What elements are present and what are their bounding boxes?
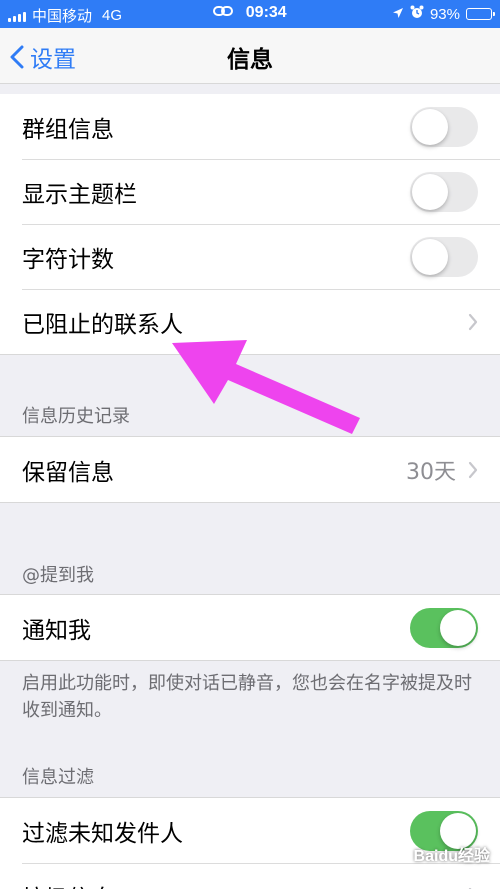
keep-messages-value: 30天 [406, 459, 456, 485]
section-header-filtering: 信息过滤 [22, 767, 94, 788]
watermark: Baidu经验 [413, 848, 490, 865]
settings-group-mentions: 通知我 [0, 594, 500, 661]
cell-character-count: 字符计数 [0, 224, 500, 289]
cell-blocked-contacts[interactable]: 已阻止的联系人 [0, 289, 500, 354]
show-subject-toggle[interactable] [410, 171, 478, 212]
notify-me-toggle[interactable] [410, 607, 478, 648]
cell-label: 显示主题栏 [22, 181, 137, 208]
cell-notify-me: 通知我 [0, 595, 500, 660]
back-button-label: 设置 [30, 47, 76, 73]
cell-label: 已阻止的联系人 [22, 311, 183, 338]
mentions-footer-text: 启用此功能时，即使对话已静音，您也会在名字被提及时收到通知。 [22, 673, 472, 721]
link-icon [213, 4, 237, 21]
back-button[interactable]: 设置 [10, 40, 76, 74]
navigation-bar: 设置 信息 [0, 28, 500, 84]
chevron-right-icon [468, 461, 478, 479]
chevron-right-icon [468, 313, 478, 331]
cell-label: 通知我 [22, 617, 91, 644]
section-header-history: 信息历史记录 [22, 406, 130, 427]
cell-group-messaging: 群组信息 [0, 94, 500, 159]
section-header-mentions: @提到我 [22, 565, 94, 586]
cell-label: 保留信息 [22, 459, 114, 486]
battery-percent: 93% [429, 5, 460, 23]
alarm-icon [410, 5, 424, 23]
group-messaging-toggle[interactable] [410, 106, 478, 147]
cell-label: 字符计数 [22, 246, 114, 273]
cell-keep-messages[interactable]: 保留信息 30天 [0, 437, 500, 502]
cell-label: 过滤未知发件人 [22, 820, 183, 847]
status-time: 09:34 [245, 4, 287, 21]
cell-junk[interactable]: 垃圾信息 [0, 863, 500, 889]
battery-icon [466, 8, 495, 20]
chevron-left-icon [10, 45, 24, 69]
cell-show-subject: 显示主题栏 [0, 159, 500, 224]
settings-group-history: 保留信息 30天 [0, 436, 500, 503]
location-icon [392, 6, 404, 23]
cell-label: 垃圾信息 [22, 879, 468, 889]
cell-label: 群组信息 [22, 116, 114, 143]
settings-group-top: 群组信息 显示主题栏 字符计数 已阻止的联系人 [0, 94, 500, 355]
character-count-toggle[interactable] [410, 236, 478, 277]
status-bar: 中国移动 4G 09:34 93% [0, 0, 500, 28]
status-right: 93% [392, 5, 495, 23]
